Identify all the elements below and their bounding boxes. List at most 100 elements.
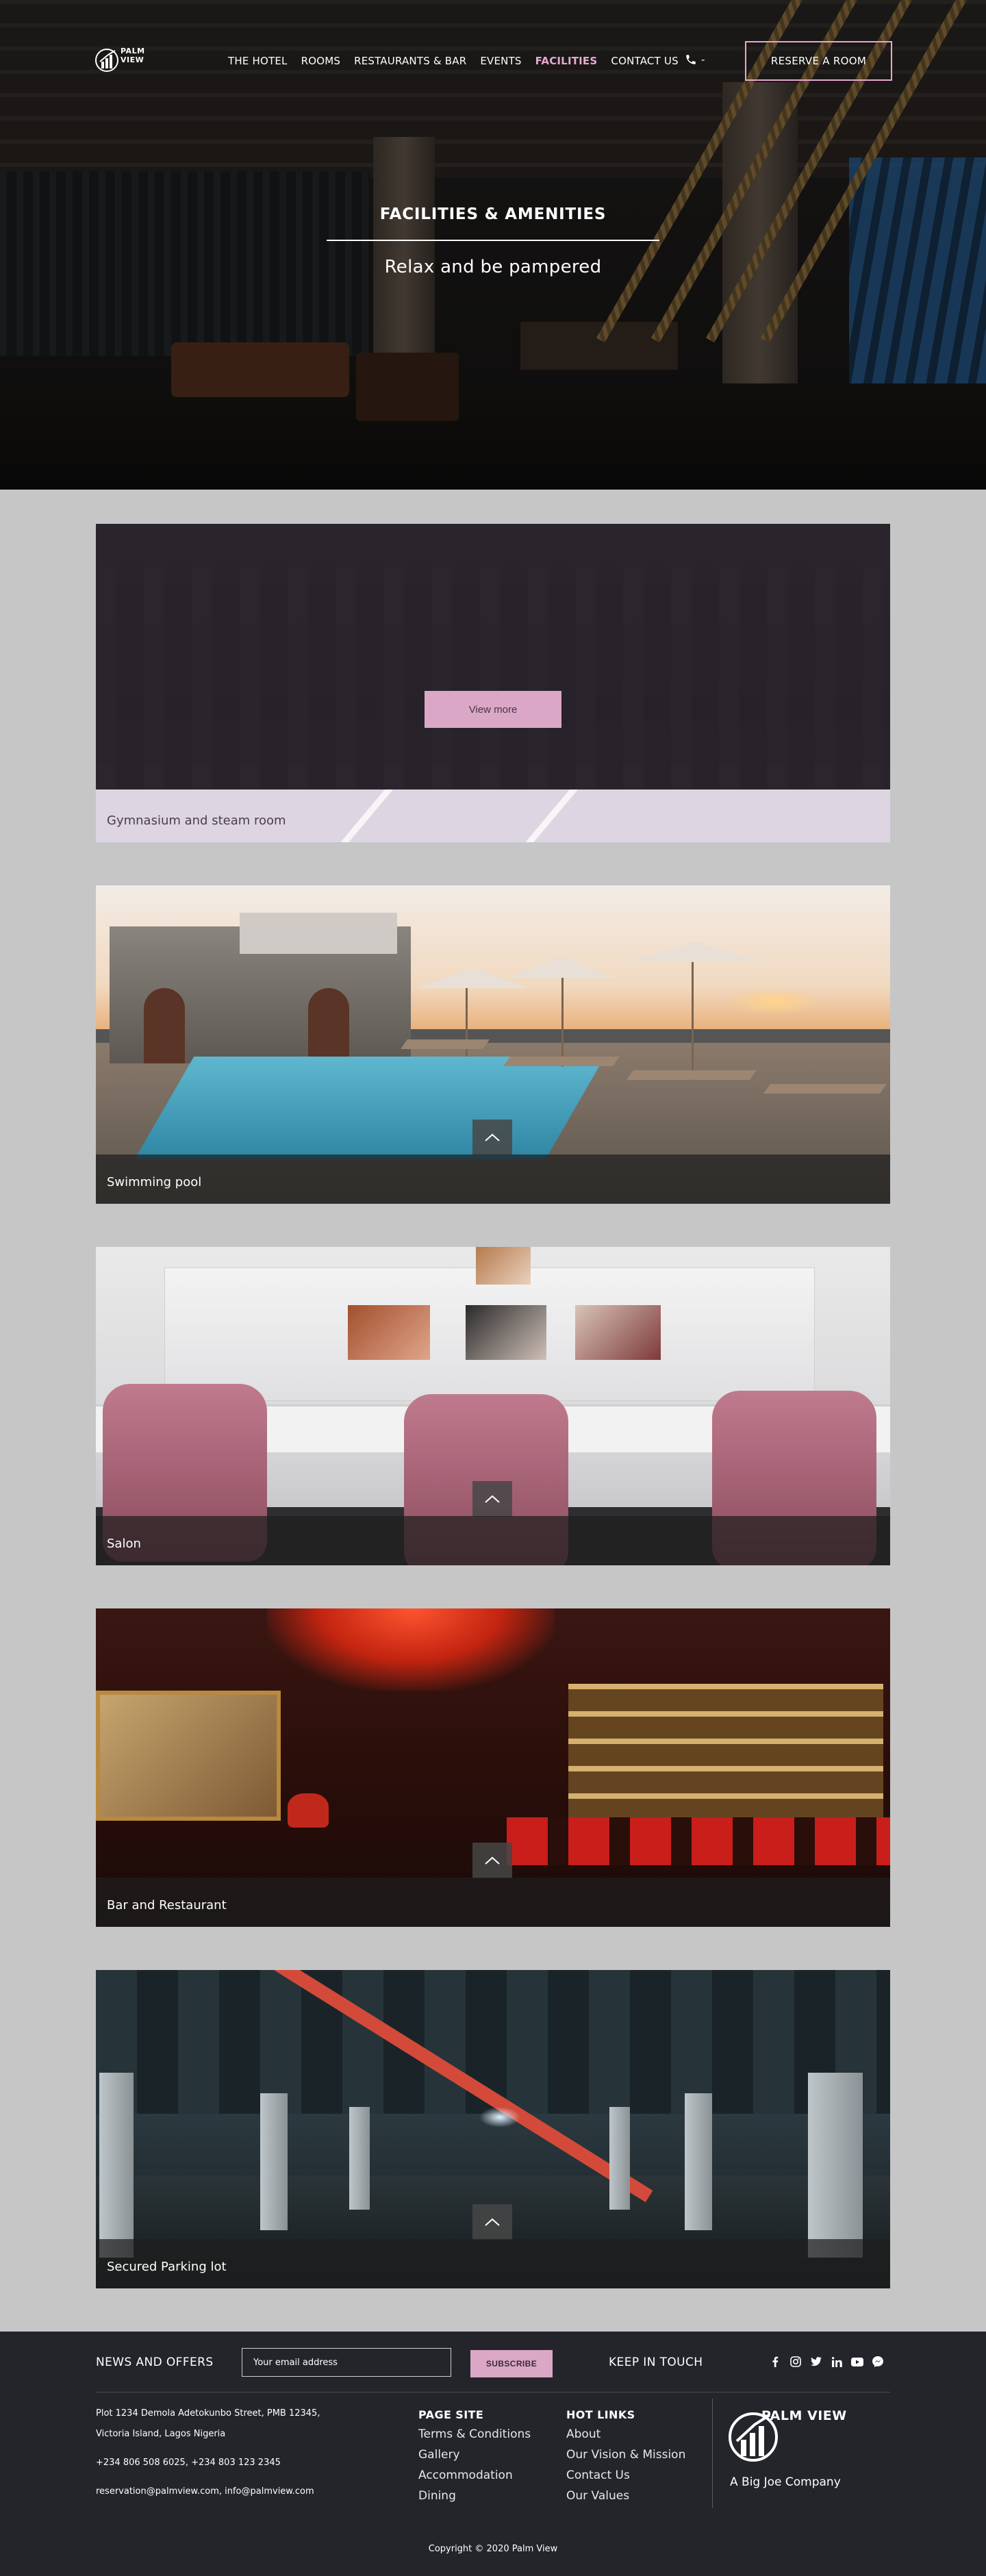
lounger bbox=[763, 1084, 887, 1094]
reserve-room-button[interactable]: RESERVE A ROOM bbox=[745, 41, 892, 81]
lounger bbox=[503, 1057, 620, 1066]
salon-poster bbox=[348, 1305, 430, 1360]
collapse-button[interactable] bbox=[472, 1120, 512, 1155]
address-line-2: Victoria Island, Lagos Nigeria bbox=[96, 2429, 226, 2439]
site-footer: NEWS AND OFFERS SUBSCRIBE KEEP IN TOUCH … bbox=[0, 2332, 986, 2576]
facility-caption: Secured Parking lot bbox=[96, 2239, 890, 2288]
nav-item-events[interactable]: EVENTS bbox=[480, 55, 521, 67]
main-menu: THE HOTEL ROOMS RESTAURANTS & BAR EVENTS… bbox=[228, 55, 692, 67]
facility-card-bar[interactable]: Bar and Restaurant bbox=[96, 1608, 890, 1927]
link-vision-mission[interactable]: Our Vision & Mission bbox=[566, 2445, 685, 2465]
salon-poster bbox=[476, 1247, 531, 1285]
umbrella-pole bbox=[692, 950, 694, 1081]
lounger bbox=[627, 1070, 757, 1080]
chevron-up-icon bbox=[485, 2218, 500, 2226]
nav-item-restaurants-bar[interactable]: RESTAURANTS & BAR bbox=[354, 55, 466, 67]
collapse-button[interactable] bbox=[472, 1843, 512, 1878]
facility-caption: Bar and Restaurant bbox=[96, 1878, 890, 1927]
phone-icon bbox=[686, 55, 696, 64]
link-accommodation[interactable]: Accommodation bbox=[418, 2465, 531, 2486]
lounger bbox=[401, 1039, 490, 1049]
parking-pillar bbox=[260, 2093, 288, 2230]
phone-text: - bbox=[701, 53, 705, 66]
link-terms[interactable]: Terms & Conditions bbox=[418, 2424, 531, 2445]
nav-item-contact-us[interactable]: CONTACT US bbox=[611, 55, 678, 67]
pool-water bbox=[134, 1057, 605, 1159]
chevron-up-icon bbox=[485, 1133, 500, 1141]
facility-card-pool[interactable]: Swimming pool bbox=[96, 885, 890, 1204]
hot-links-column: HOT LINKS About Our Vision & Mission Con… bbox=[566, 2408, 685, 2506]
pool-door bbox=[308, 988, 349, 1063]
facility-caption: Gymnasium and steam room bbox=[107, 813, 286, 828]
link-contact-us[interactable]: Contact Us bbox=[566, 2465, 685, 2486]
chevron-up-icon bbox=[485, 1856, 500, 1865]
top-navbar: PALM VIEW THE HOTEL ROOMS RESTAURANTS & … bbox=[0, 0, 986, 123]
bar-shelves bbox=[568, 1684, 883, 1821]
youtube-icon[interactable] bbox=[851, 2356, 863, 2368]
bar-stools bbox=[507, 1817, 890, 1865]
pool-building-top bbox=[240, 913, 397, 954]
bar-chandelier bbox=[267, 1608, 555, 1691]
logo[interactable]: PALM VIEW bbox=[94, 45, 163, 77]
keep-in-touch-label: KEEP IN TOUCH bbox=[609, 2356, 703, 2369]
facility-card-gym[interactable]: View more Gymnasium and steam room bbox=[96, 524, 890, 842]
bar-lamp bbox=[288, 1793, 329, 1828]
page-site-column: PAGE SITE Terms & Conditions Gallery Acc… bbox=[418, 2408, 531, 2506]
salon-poster bbox=[466, 1305, 546, 1360]
copyright: Copyright © 2020 Palm View bbox=[428, 2544, 558, 2554]
link-dining[interactable]: Dining bbox=[418, 2486, 531, 2506]
parking-pillar bbox=[808, 2073, 863, 2258]
page-site-title: PAGE SITE bbox=[418, 2408, 484, 2421]
parking-light bbox=[479, 2107, 520, 2127]
page-subtitle: Relax and be pampered bbox=[384, 257, 602, 277]
messenger-icon[interactable] bbox=[872, 2356, 884, 2368]
twitter-icon[interactable] bbox=[810, 2356, 822, 2368]
contact-info: Plot 1234 Demola Adetokunbo Street, PMB … bbox=[96, 2403, 320, 2502]
parking-pillar bbox=[685, 2093, 712, 2230]
collapse-button[interactable] bbox=[472, 2204, 512, 2240]
facebook-icon[interactable] bbox=[769, 2356, 781, 2368]
parking-pillar bbox=[99, 2073, 134, 2258]
gym-overlay bbox=[96, 524, 890, 790]
address-line-1: Plot 1234 Demola Adetokunbo Street, PMB … bbox=[96, 2408, 320, 2419]
email-addresses[interactable]: reservation@palmview.com, info@palmview.… bbox=[96, 2482, 320, 2502]
footer-vertical-divider bbox=[712, 2399, 713, 2508]
phone-link[interactable]: - bbox=[685, 53, 705, 66]
nav-item-facilities[interactable]: FACILITIES bbox=[535, 55, 598, 67]
page-title: FACILITIES & AMENITIES bbox=[379, 205, 607, 223]
facility-card-parking[interactable]: Secured Parking lot bbox=[96, 1970, 890, 2288]
facility-card-salon[interactable]: Salon bbox=[96, 1247, 890, 1565]
hot-links-title: HOT LINKS bbox=[566, 2408, 635, 2421]
footer-logo[interactable]: PALM VIEW bbox=[727, 2405, 846, 2462]
link-gallery[interactable]: Gallery bbox=[418, 2445, 531, 2465]
umbrella-pole bbox=[561, 964, 564, 1067]
link-our-values[interactable]: Our Values bbox=[566, 2486, 685, 2506]
subscribe-button[interactable]: SUBSCRIBE bbox=[470, 2350, 553, 2377]
facility-caption: Swimming pool bbox=[96, 1154, 890, 1204]
instagram-icon[interactable] bbox=[789, 2356, 802, 2368]
link-about[interactable]: About bbox=[566, 2424, 685, 2445]
bar-painting bbox=[96, 1691, 281, 1821]
hero-section: PALM VIEW THE HOTEL ROOMS RESTAURANTS & … bbox=[0, 0, 986, 490]
pool-sunset bbox=[726, 988, 822, 1015]
phone-numbers[interactable]: +234 806 508 6025, +234 803 123 2345 bbox=[96, 2453, 320, 2473]
logo-text: PALM VIEW bbox=[121, 47, 145, 64]
nav-item-rooms[interactable]: ROOMS bbox=[301, 55, 341, 67]
salon-poster bbox=[575, 1305, 661, 1360]
nav-item-the-hotel[interactable]: THE HOTEL bbox=[228, 55, 288, 67]
parking-pillar bbox=[609, 2107, 630, 2210]
footer-logo-text: PALM VIEW bbox=[761, 2408, 847, 2423]
title-divider bbox=[327, 240, 659, 241]
facility-caption: Salon bbox=[96, 1516, 890, 1565]
view-more-button[interactable]: View more bbox=[425, 691, 561, 728]
collapse-button[interactable] bbox=[472, 1481, 512, 1517]
facilities-list: View more Gymnasium and steam room Swimm… bbox=[0, 490, 986, 2288]
palm-logo-icon bbox=[95, 49, 118, 72]
chevron-up-icon bbox=[485, 1495, 500, 1503]
company-tagline: A Big Joe Company bbox=[730, 2475, 841, 2489]
linkedin-icon[interactable] bbox=[831, 2356, 843, 2368]
newsletter-email-input[interactable] bbox=[242, 2348, 451, 2377]
pool-door bbox=[144, 988, 185, 1063]
